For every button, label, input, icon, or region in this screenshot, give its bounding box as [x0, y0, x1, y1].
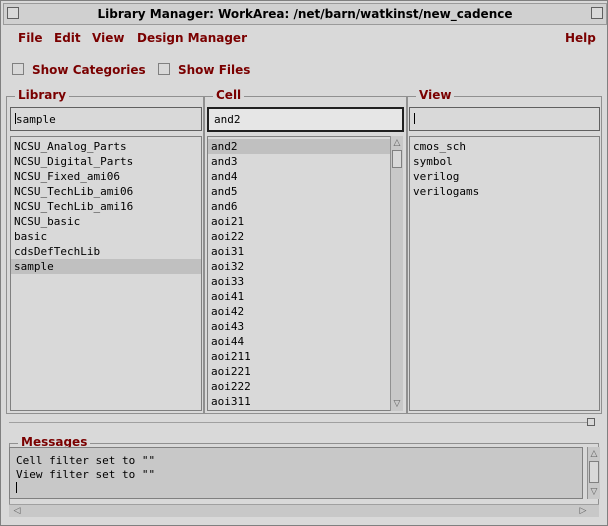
text-caret	[414, 113, 415, 124]
messages-hscrollbar[interactable]: ◁ ▷	[9, 504, 599, 517]
scroll-up-icon[interactable]: △	[391, 137, 403, 149]
view-list-item[interactable]: verilogams	[410, 184, 599, 199]
title-bar[interactable]: Library Manager: WorkArea: /net/barn/wat…	[3, 3, 607, 25]
message-line: View filter set to ""	[16, 468, 156, 481]
library-filter-input[interactable]: sample	[10, 107, 202, 131]
library-list-item[interactable]: NCSU_basic	[11, 214, 201, 229]
scroll-thumb[interactable]	[392, 150, 402, 168]
scroll-down-icon[interactable]: ▽	[391, 398, 403, 410]
show-categories-checkbox[interactable]: Show Categories	[12, 63, 146, 77]
cell-list[interactable]: and2 and3 and4 and5 and6 aoi21 aoi22 aoi31 aoi32…	[207, 136, 391, 411]
library-list-item[interactable]: NCSU_TechLib_ami06	[11, 184, 201, 199]
menu-file[interactable]: File	[18, 31, 43, 45]
cell-list-item[interactable]: aoi31	[208, 244, 390, 259]
library-list-item[interactable]: NCSU_Digital_Parts	[11, 154, 201, 169]
scroll-left-icon[interactable]: ◁	[11, 505, 23, 517]
scroll-up-icon[interactable]: △	[588, 448, 600, 460]
view-list[interactable]: cmos_sch symbol verilog verilogams	[409, 136, 600, 411]
window-title: Library Manager: WorkArea: /net/barn/wat…	[97, 7, 513, 21]
cell-list-item[interactable]: aoi33	[208, 274, 390, 289]
scroll-thumb[interactable]	[589, 461, 599, 483]
view-list-item[interactable]: verilog	[410, 169, 599, 184]
show-files-label: Show Files	[178, 63, 251, 77]
checkbox-icon	[158, 63, 170, 75]
library-manager-window: Library Manager: WorkArea: /net/barn/wat…	[0, 0, 608, 526]
library-label: Library	[15, 88, 70, 102]
menu-bar: File Edit View Design Manager Help	[1, 27, 607, 49]
library-filter-value: sample	[16, 113, 56, 126]
menu-view[interactable]: View	[92, 31, 124, 45]
view-filter-input[interactable]	[409, 107, 600, 131]
cell-list-item[interactable]: aoi222	[208, 379, 390, 394]
cell-list-item[interactable]: and4	[208, 169, 390, 184]
library-list-item[interactable]: NCSU_Fixed_ami06	[11, 169, 201, 184]
cell-label: Cell	[213, 88, 245, 102]
cell-list-item[interactable]: aoi311	[208, 394, 390, 409]
cell-list-item[interactable]: and2	[208, 139, 390, 154]
cell-list-item[interactable]: aoi42	[208, 304, 390, 319]
cell-list-item[interactable]: aoi43	[208, 319, 390, 334]
library-list-item[interactable]: NCSU_TechLib_ami16	[11, 199, 201, 214]
menu-help[interactable]: Help	[565, 31, 596, 45]
text-caret	[16, 482, 17, 493]
cell-list-item[interactable]: and5	[208, 184, 390, 199]
library-list-item[interactable]: cdsDefTechLib	[11, 244, 201, 259]
scroll-down-icon[interactable]: ▽	[588, 486, 600, 498]
show-categories-label: Show Categories	[32, 63, 146, 77]
cell-list-item[interactable]: aoi21	[208, 214, 390, 229]
cell-list-item[interactable]: aoi22	[208, 229, 390, 244]
library-list-item[interactable]: sample	[11, 259, 201, 274]
menu-edit[interactable]: Edit	[54, 31, 81, 45]
view-label: View	[416, 88, 455, 102]
library-list-item[interactable]: basic	[11, 229, 201, 244]
cell-list-item[interactable]: and6	[208, 199, 390, 214]
checkbox-icon	[12, 63, 24, 75]
cell-list-item[interactable]: aoi32	[208, 259, 390, 274]
view-list-item[interactable]: cmos_sch	[410, 139, 599, 154]
view-list-item[interactable]: symbol	[410, 154, 599, 169]
show-files-checkbox[interactable]: Show Files	[158, 63, 250, 77]
pane-sash-handle[interactable]	[587, 418, 595, 426]
messages-text-area[interactable]: Cell filter set to "" View filter set to …	[9, 447, 583, 499]
cell-filter-value: and2	[214, 113, 241, 126]
cell-list-item[interactable]: aoi221	[208, 364, 390, 379]
messages-vscrollbar[interactable]: △ ▽	[587, 447, 600, 499]
cell-list-item[interactable]: aoi44	[208, 334, 390, 349]
message-line: Cell filter set to ""	[16, 454, 156, 467]
library-list[interactable]: NCSU_Analog_Parts NCSU_Digital_Parts NCSU_…	[10, 136, 202, 411]
pane-separator	[9, 422, 591, 423]
scroll-right-icon[interactable]: ▷	[577, 505, 589, 517]
cell-filter-input[interactable]: and2	[207, 107, 404, 132]
cell-list-item[interactable]: aoi211	[208, 349, 390, 364]
cell-list-scrollbar[interactable]: △ ▽	[390, 136, 403, 411]
cell-list-item[interactable]: and3	[208, 154, 390, 169]
menu-design-manager[interactable]: Design Manager	[137, 31, 247, 45]
cell-list-item[interactable]: aoi41	[208, 289, 390, 304]
maximize-icon[interactable]	[591, 7, 603, 19]
library-list-item[interactable]: NCSU_Analog_Parts	[11, 139, 201, 154]
